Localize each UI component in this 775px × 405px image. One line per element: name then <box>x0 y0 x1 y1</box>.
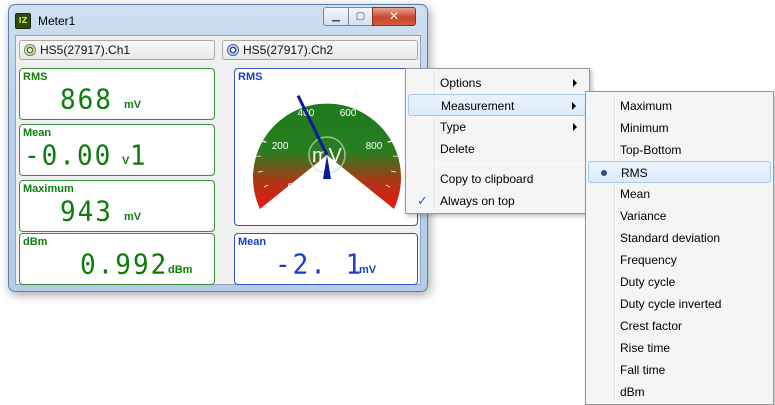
tile-label: Maximum <box>23 183 74 195</box>
tile-label: dBm <box>23 236 48 248</box>
submenu-item-label: Maximum <box>620 99 673 113</box>
submenu-item-label: Minimum <box>620 121 669 135</box>
menu-item-options[interactable]: Options <box>408 72 587 94</box>
gauge-tick-label: 0 <box>287 182 293 193</box>
tile-unit: V <box>122 155 130 167</box>
menu-item-measurement[interactable]: Measurement <box>408 94 587 116</box>
submenu-item-top-bottom[interactable]: Top-Bottom <box>588 139 771 161</box>
tile-value: -2. 1 <box>275 249 364 281</box>
minimize-button[interactable]: ▁ <box>323 7 349 26</box>
channel-2-header[interactable]: HS5(27917).Ch2 <box>222 40 418 60</box>
submenu-item-label: RMS <box>621 166 648 180</box>
submenu-arrow-icon <box>572 102 576 110</box>
tile-unit: mV <box>124 211 142 223</box>
ch1-dbm-tile[interactable]: dBm 0.992 dBm <box>19 233 215 285</box>
ch2-rms-gauge-tile[interactable]: RMS 0200400600800 mV <box>234 68 418 226</box>
submenu-item-minimum[interactable]: Minimum <box>588 117 771 139</box>
channel-connector-icon <box>24 44 36 56</box>
gauge-tick <box>368 99 372 104</box>
submenu-item-label: Duty cycle inverted <box>620 297 722 311</box>
submenu-item-label: Duty cycle <box>620 275 676 289</box>
tile-value: 0.992 <box>80 249 169 281</box>
tile-value: 943 <box>60 196 113 228</box>
context-menu: Options Measurement Type Delete Copy to … <box>405 68 590 214</box>
submenu-item-label: Crest factor <box>620 319 683 333</box>
menu-item-copy-to-clipboard[interactable]: Copy to clipboard <box>408 168 587 190</box>
measurement-submenu: Maximum Minimum Top-Bottom RMS Mean Variance S… <box>585 91 774 405</box>
submenu-item-mean[interactable]: Mean <box>588 183 771 205</box>
tile-unit: dBm <box>168 264 193 276</box>
menu-item-label: Measurement <box>441 99 515 113</box>
submenu-item-frequency[interactable]: Frequency <box>588 249 771 271</box>
gauge-tick <box>270 110 276 115</box>
submenu-item-label: Fall time <box>620 363 666 377</box>
tile-label: Mean <box>238 236 267 248</box>
submenu-item-label: Mean <box>620 187 651 201</box>
tile-unit: mV <box>359 264 377 276</box>
close-button[interactable]: ✕ <box>372 7 416 26</box>
submenu-item-dbm[interactable]: dBm <box>588 381 771 403</box>
radio-bullet-icon <box>601 170 607 176</box>
gauge-tick-label: 600 <box>340 108 357 119</box>
submenu-item-label: Standard deviation <box>620 231 721 245</box>
checkmark-icon: ✓ <box>417 193 428 208</box>
rms-gauge: 0200400600800 mV <box>253 84 401 209</box>
app-logo-icon: IZ <box>15 13 31 29</box>
submenu-item-duty-cycle[interactable]: Duty cycle <box>588 271 771 293</box>
menu-item-delete[interactable]: Delete <box>408 138 587 160</box>
tile-unit: mV <box>124 99 142 111</box>
meter-window[interactable]: IZ Meter1 ▁ ▢ ✕ HS5(27917).Ch1 HS5(27917… <box>8 4 428 292</box>
gauge-tick <box>341 85 344 91</box>
menu-item-label: Delete <box>440 142 475 156</box>
submenu-item-fall-time[interactable]: Fall time <box>588 359 771 381</box>
menu-item-always-on-top[interactable]: ✓ Always on top <box>408 190 587 212</box>
ch1-rms-tile[interactable]: RMS 868 mV <box>19 68 215 120</box>
submenu-item-variance[interactable]: Variance <box>588 205 771 227</box>
submenu-item-label: dBm <box>620 385 645 399</box>
gauge-tick <box>262 124 268 128</box>
ch1-maximum-tile[interactable]: Maximum 943 mV <box>19 180 215 232</box>
menu-item-label: Copy to clipboard <box>440 172 534 186</box>
window-title: Meter1 <box>38 14 76 28</box>
gauge-tick <box>378 110 384 115</box>
tile-label: RMS <box>23 71 48 83</box>
submenu-item-rise-time[interactable]: Rise time <box>588 337 771 359</box>
channel-connector-icon <box>227 44 239 56</box>
submenu-item-label: Frequency <box>620 253 677 267</box>
submenu-item-duty-cycle-inverted[interactable]: Duty cycle inverted <box>588 293 771 315</box>
submenu-item-rms[interactable]: RMS <box>588 161 771 183</box>
gauge-tick <box>353 90 359 100</box>
submenu-item-standard-deviation[interactable]: Standard deviation <box>588 227 771 249</box>
menu-item-label: Always on top <box>440 194 515 208</box>
gauge-tick <box>310 85 313 91</box>
menu-item-label: Options <box>440 76 482 90</box>
tile-value: 868 <box>60 84 113 116</box>
gauge-tick-label: 800 <box>366 141 383 152</box>
ch1-mean-tile[interactable]: Mean -0.00 1 V <box>19 124 215 176</box>
channel-1-header[interactable]: HS5(27917).Ch1 <box>19 40 215 60</box>
maximize-button[interactable]: ▢ <box>348 7 373 26</box>
tile-label: Mean <box>23 127 52 139</box>
submenu-arrow-icon <box>573 123 577 131</box>
submenu-item-maximum[interactable]: Maximum <box>588 95 771 117</box>
gauge-tick-label: 200 <box>272 141 289 152</box>
menu-separator <box>436 163 586 164</box>
menu-item-label: Type <box>440 120 467 134</box>
submenu-item-crest-factor[interactable]: Crest factor <box>588 315 771 337</box>
meter-client-area: HS5(27917).Ch1 HS5(27917).Ch2 RMS 868 mV… <box>15 35 421 285</box>
submenu-arrow-icon <box>573 79 577 87</box>
submenu-item-label: Top-Bottom <box>620 143 682 157</box>
ch2-mean-tile[interactable]: Mean -2. 1 mV <box>234 233 418 285</box>
submenu-item-label: Rise time <box>620 341 671 355</box>
gauge-tick <box>282 99 286 104</box>
channel-1-label: HS5(27917).Ch1 <box>40 43 131 57</box>
channel-2-label: HS5(27917).Ch2 <box>243 43 334 57</box>
title-bar[interactable]: IZ Meter1 ▁ ▢ ✕ <box>9 5 427 35</box>
gauge-tick <box>386 124 392 128</box>
menu-item-type[interactable]: Type <box>408 116 587 138</box>
submenu-item-label: Variance <box>620 209 667 223</box>
